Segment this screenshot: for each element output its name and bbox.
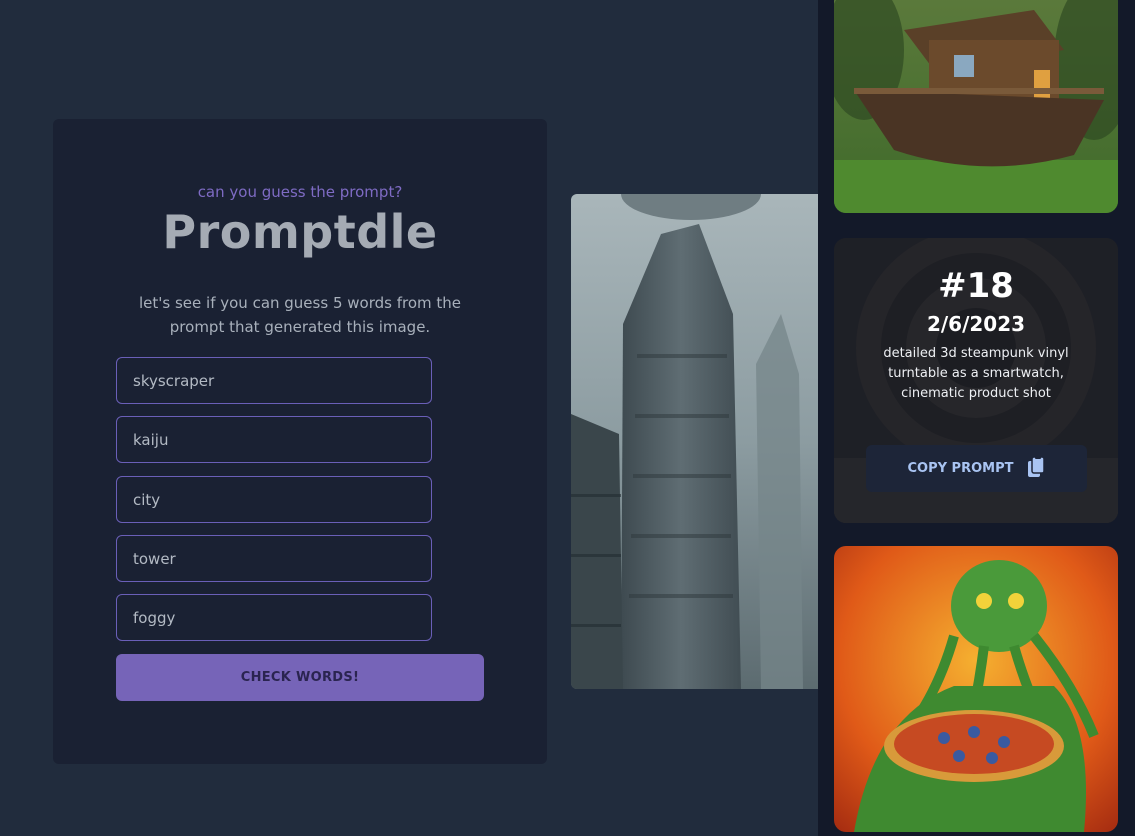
subtitle: can you guess the prompt? [197,183,403,201]
sidebar-card-info: #18 2/6/2023 detailed 3d steampunk vinyl… [834,238,1118,523]
copy-prompt-button[interactable]: COPY PROMPT [866,445,1087,492]
prompt-image [571,194,818,689]
puzzle-date: 2/6/2023 [926,312,1026,336]
word-input-5[interactable] [116,594,432,641]
sidebar: #18 2/6/2023 detailed 3d steampunk vinyl… [818,0,1135,836]
word-input-2[interactable] [116,416,432,463]
prompt-text: detailed 3d steampunk vinyl turntable as… [883,346,1069,401]
sidebar-card-3[interactable] [834,546,1118,832]
word-input-4[interactable] [116,535,432,582]
instructions-text: let's see if you can guess 5 words from … [139,294,461,336]
sidebar-card-1[interactable] [834,0,1118,213]
puzzle-number: #18 [938,266,1014,306]
word-input-1[interactable] [116,357,432,404]
game-card: can you guess the prompt? Promptdle let'… [53,119,547,764]
copy-prompt-label: COPY PROMPT [907,461,1014,476]
check-words-button[interactable]: CHECK WORDS! [116,654,484,701]
page-title: Promptdle [162,205,438,259]
word-input-3[interactable] [116,476,432,523]
clipboard-icon [1027,455,1046,482]
